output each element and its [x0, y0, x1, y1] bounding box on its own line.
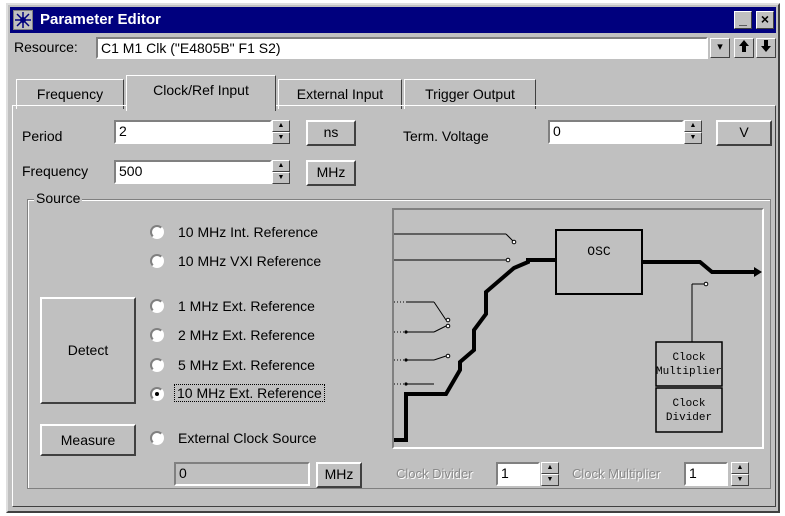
period-unit-button[interactable]: ns	[306, 120, 356, 146]
radio-label-10mhz-vxi[interactable]: 10 MHz VXI Reference	[178, 253, 321, 269]
period-label: Period	[22, 128, 63, 144]
tab-clock-ref-input[interactable]: Clock/Ref Input	[126, 75, 276, 111]
multiplier-label-2: Multiplier	[656, 366, 722, 378]
resource-up-button[interactable]	[734, 38, 754, 58]
spin-down-icon[interactable]: ▼	[272, 172, 290, 184]
clock-path-diagram: OSC Clock Multiplier Clock Divider	[392, 208, 764, 449]
radio-label-10mhz-int[interactable]: 10 MHz Int. Reference	[178, 224, 318, 240]
resource-dropdown-button[interactable]: ▾	[710, 38, 730, 58]
period-spinner[interactable]: ▲ ▼	[272, 120, 290, 144]
spin-up-icon[interactable]: ▲	[541, 462, 559, 474]
frequency-unit-button[interactable]: MHz	[306, 160, 356, 186]
measure-unit-button[interactable]: MHz	[316, 462, 362, 488]
radio-10mhz-ext[interactable]	[150, 387, 164, 401]
spin-up-icon[interactable]: ▲	[684, 120, 702, 132]
detect-button[interactable]: Detect	[40, 297, 136, 404]
divider-label-2: Divider	[666, 412, 712, 424]
clock-divider-input[interactable]: 1	[496, 462, 540, 486]
clock-path-svg: OSC Clock Multiplier Clock Divider	[394, 229, 762, 442]
radio-label-10mhz-ext[interactable]: 10 MHz Ext. Reference	[174, 384, 325, 402]
multiplier-label-1: Clock	[672, 352, 705, 364]
radio-2mhz-ext[interactable]	[150, 328, 164, 342]
radio-5mhz-ext[interactable]	[150, 358, 164, 372]
clock-divider-spinner[interactable]: ▲ ▼	[541, 462, 559, 486]
frequency-input[interactable]: 500	[114, 160, 272, 184]
term-voltage-unit-button[interactable]: V	[716, 120, 772, 146]
close-button[interactable]: ×	[756, 11, 774, 29]
radio-label-2mhz-ext[interactable]: 2 MHz Ext. Reference	[178, 327, 315, 343]
resource-down-button[interactable]	[756, 38, 776, 58]
term-voltage-label: Term. Voltage	[403, 128, 489, 144]
title-bar: Parameter Editor _ ×	[10, 7, 776, 33]
spin-down-icon[interactable]: ▼	[541, 474, 559, 486]
spin-down-icon[interactable]: ▼	[731, 474, 749, 486]
radio-10mhz-vxi[interactable]	[150, 254, 164, 268]
window-title: Parameter Editor	[40, 11, 161, 28]
clock-multiplier-input[interactable]: 1	[684, 462, 728, 486]
term-voltage-spinner[interactable]: ▲ ▼	[684, 120, 702, 144]
app-icon	[13, 10, 33, 30]
arrow-up-icon	[739, 40, 749, 52]
radio-label-1mhz-ext[interactable]: 1 MHz Ext. Reference	[178, 298, 315, 314]
arrow-down-icon	[761, 40, 771, 52]
measure-button[interactable]: Measure	[40, 424, 136, 456]
clock-multiplier-spinner[interactable]: ▲ ▼	[731, 462, 749, 486]
clock-multiplier-label: Clock Multiplier	[572, 466, 661, 481]
radio-label-5mhz-ext[interactable]: 5 MHz Ext. Reference	[178, 357, 315, 373]
frequency-label: Frequency	[22, 163, 89, 179]
spin-up-icon[interactable]: ▲	[272, 120, 290, 132]
spin-down-icon[interactable]: ▼	[272, 132, 290, 144]
divider-label-1: Clock	[672, 398, 705, 410]
minimize-button[interactable]: _	[734, 11, 752, 29]
radio-1mhz-ext[interactable]	[150, 299, 164, 313]
measure-value-field: 0	[174, 462, 310, 486]
spin-down-icon[interactable]: ▼	[684, 132, 702, 144]
spin-up-icon[interactable]: ▲	[731, 462, 749, 474]
radio-external-clock[interactable]	[150, 431, 164, 445]
spin-up-icon[interactable]: ▲	[272, 160, 290, 172]
clock-divider-label: Clock Divider	[396, 466, 473, 481]
period-input[interactable]: 2	[114, 120, 272, 144]
osc-label: OSC	[587, 244, 611, 259]
radio-label-external-clock[interactable]: External Clock Source	[178, 430, 317, 446]
resource-label: Resource:	[14, 39, 78, 55]
radio-10mhz-int[interactable]	[150, 225, 164, 239]
frequency-spinner[interactable]: ▲ ▼	[272, 160, 290, 184]
source-group-title: Source	[34, 190, 83, 206]
resource-select[interactable]: C1 M1 Clk ("E4805B" F1 S2)	[96, 37, 708, 59]
term-voltage-input[interactable]: 0	[548, 120, 684, 144]
